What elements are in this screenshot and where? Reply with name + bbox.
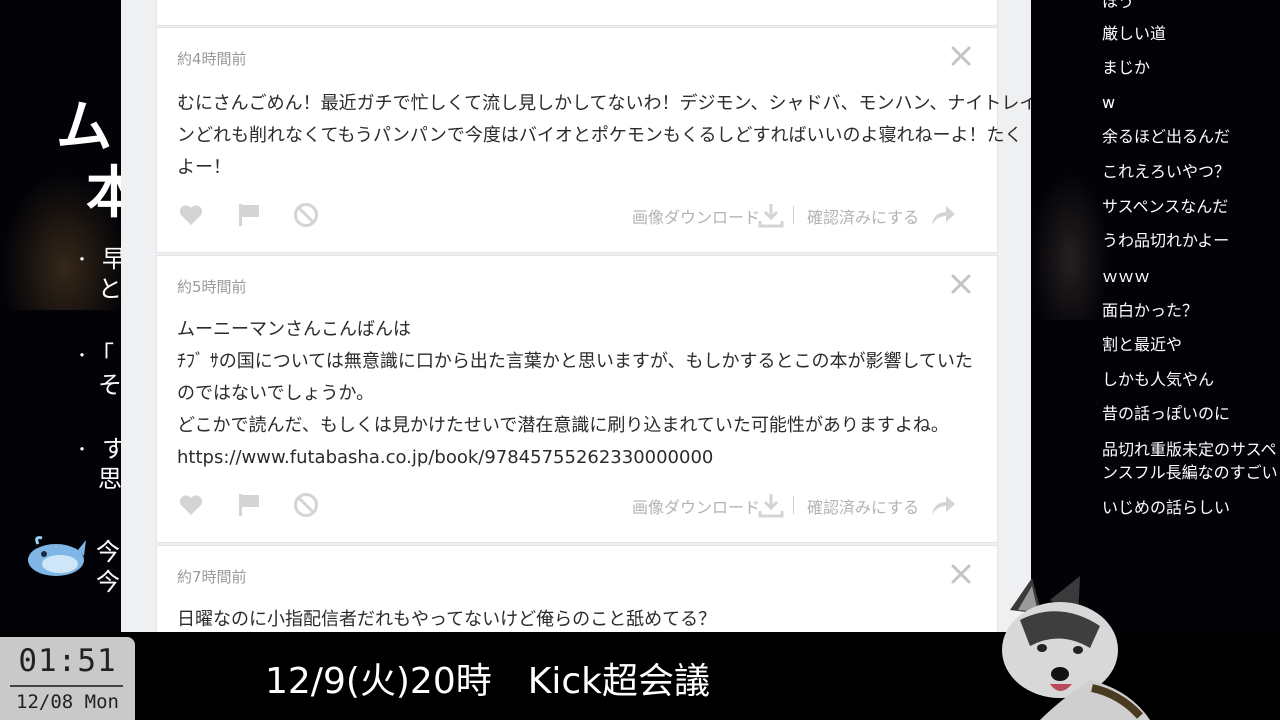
action-separator (793, 206, 794, 224)
download-image-link[interactable]: 画像ダウンロード (632, 494, 760, 518)
message-actions: 画像ダウンロード 確認済みにする (177, 491, 977, 519)
chat-comment: まじか (1102, 58, 1151, 77)
mark-confirmed-link[interactable]: 確認済みにする (807, 204, 919, 228)
mark-confirmed-link[interactable]: 確認済みにする (807, 494, 919, 518)
husky-avatar (1002, 576, 1150, 720)
message-line: のではないでしょうか。 (177, 383, 375, 404)
close-icon[interactable] (949, 272, 973, 296)
download-icon[interactable] (757, 491, 785, 519)
download-image-link[interactable]: 画像ダウンロード (632, 204, 760, 228)
message-body: 日曜なのに小指配信者だれもやってないけど俺らのこと舐めてる？ (177, 604, 977, 632)
bg-bullet-2: ・「 (74, 341, 115, 369)
chat-comment: これえろいやつ？ (1102, 162, 1231, 181)
chat-comment: 品切れ重版未定のサスペ (1102, 440, 1277, 459)
message-card: 約4時間前 むにさんごめん！最近ガチで忙しくて流し見しかしてないわ！デジモン、シ… (156, 27, 1031, 253)
message-line: 日曜なのに小指配信者だれもやってないけど俺らのこと舐めてる？ (177, 609, 717, 630)
message-time: 約5時間前 (177, 278, 247, 296)
flag-icon[interactable] (235, 201, 263, 229)
chat-comment: 面白かった？ (1102, 301, 1199, 320)
download-icon[interactable] (757, 201, 785, 229)
message-line: ムーニーマンさんこんばんは (177, 319, 411, 340)
bg-title-line1: ム (56, 95, 112, 160)
close-icon[interactable] (949, 562, 973, 586)
message-body: ムーニーマンさんこんばんは ﾁﾌﾞ ｻの国については無意識に口から出た言葉かと思… (177, 314, 977, 474)
message-line: ﾁﾌﾞ ｻの国については無意識に口から出た言葉かと思いますが、もしかするとこの本… (177, 351, 973, 372)
bg-bullet-3: ・す (74, 435, 127, 463)
chat-comment: うわ品切れかよー (1102, 231, 1230, 250)
bg-bullet-2-cont: そ (98, 371, 122, 399)
message-panel: 約4時間前 むにさんごめん！最近ガチで忙しくて流し見しかしてないわ！デジモン、シ… (121, 0, 1031, 632)
bg-blob-text-2: 今 (96, 568, 120, 596)
ban-icon[interactable] (292, 201, 320, 229)
event-ticker: 12/9(火)20時 Kick超会議 (265, 661, 710, 702)
chat-comment: 余るほど出るんだ (1102, 127, 1231, 146)
chat-comments: ほう 厳しい道 まじか w 余るほど出るんだ これえろいやつ？ サスペンスなんだ… (1088, 0, 1280, 632)
clock-time: 01:51 (18, 643, 117, 679)
message-body: むにさんごめん！最近ガチで忙しくて流し見しかしてないわ！デジモン、シャドバ、モン… (177, 88, 1031, 184)
chat-comment: w (1102, 93, 1116, 112)
heart-icon[interactable] (177, 201, 205, 229)
message-line: どこかで読んだ、もしくは見かけたせいで潜在意識に刷り込まれていた可能性があります… (177, 415, 949, 436)
message-line: むにさんごめん！最近ガチで忙しくて流し見しかしてないわ！デジモン、シャドバ、モン… (177, 93, 1031, 114)
chat-comment: ほう (1102, 0, 1135, 11)
chat-comment: サスペンスなんだ (1102, 197, 1229, 216)
message-line: よー！ (177, 157, 231, 178)
share-arrow-icon[interactable] (929, 491, 957, 519)
ban-icon[interactable] (292, 491, 320, 519)
chat-comment: 厳しい道 (1102, 24, 1167, 43)
whale-mascot-icon (28, 536, 86, 576)
flag-icon[interactable] (235, 491, 263, 519)
message-card: 約5時間前 ムーニーマンさんこんばんは ﾁﾌﾞ ｻの国については無意識に口から出… (156, 255, 998, 543)
chat-comment: しかも人気やん (1102, 370, 1215, 389)
heart-icon[interactable] (177, 491, 205, 519)
chat-comment: 昔の話っぽいのに (1102, 404, 1231, 423)
bg-bullet-3-cont: 思 (98, 465, 122, 493)
message-card-previous (156, 0, 998, 26)
message-actions: 画像ダウンロード 確認済みにする (177, 201, 977, 229)
share-arrow-icon[interactable] (929, 201, 957, 229)
chat-comment: 割と最近や (1102, 335, 1183, 354)
message-card: 約7時間前 日曜なのに小指配信者だれもやってないけど俺らのこと舐めてる？ (156, 545, 998, 632)
bg-bullet-1: ・早 (74, 245, 127, 273)
action-separator (793, 496, 794, 514)
message-line: ンどれも削れなくてもうパンパンで今度はバイオとポケモンもくるしどすればいいのよ寝… (177, 125, 1023, 146)
message-link[interactable]: https://www.futabasha.co.jp/book/9784575… (177, 442, 977, 474)
chat-comment: ンスフル長編なのすごい (1102, 463, 1278, 482)
message-time: 約4時間前 (177, 50, 247, 68)
close-icon[interactable] (949, 44, 973, 68)
clock-divider (10, 685, 123, 687)
chat-comment: ｗｗｗ (1102, 267, 1151, 286)
bg-bullet-1-cont: と (98, 275, 122, 303)
clock-widget: 01:51 12/08 Mon (0, 637, 135, 720)
message-time: 約7時間前 (177, 568, 247, 586)
clock-date: 12/08 Mon (16, 691, 119, 713)
chat-comment: いじめの話らしい (1102, 498, 1231, 517)
